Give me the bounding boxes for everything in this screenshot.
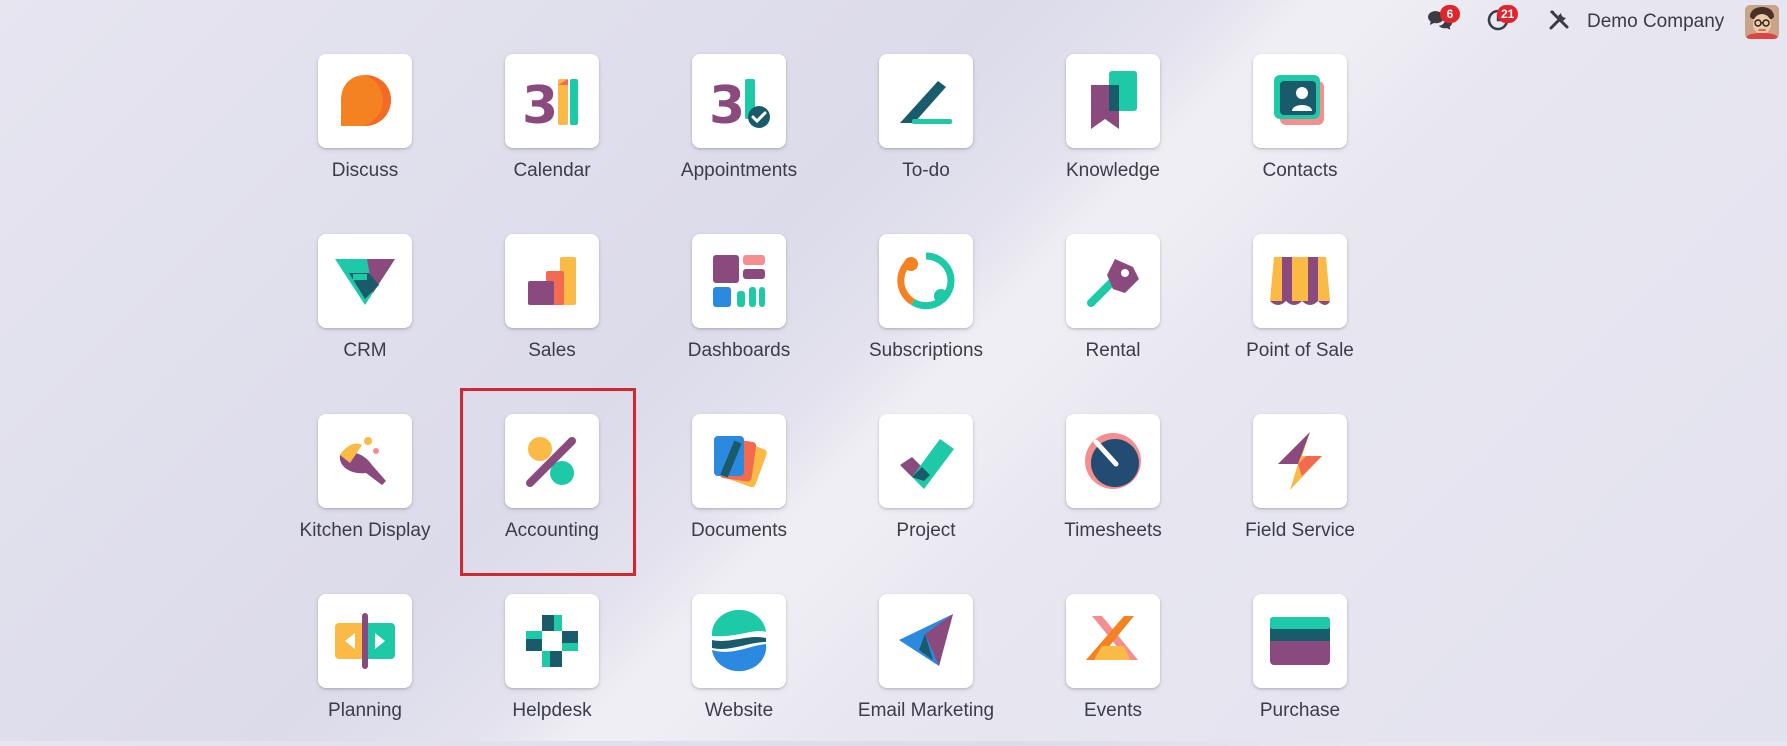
app-subscriptions[interactable]: Subscriptions <box>832 226 1020 386</box>
app-label: Point of Sale <box>1246 340 1354 361</box>
contacts-icon <box>1253 54 1347 148</box>
point-of-sale-icon <box>1253 234 1347 328</box>
app-label: Subscriptions <box>868 340 984 361</box>
rental-icon <box>1066 234 1160 328</box>
planning-icon <box>318 594 412 688</box>
app-planning[interactable]: Planning <box>271 586 459 746</box>
app-label: Sales <box>528 340 576 361</box>
app-rental[interactable]: Rental <box>1019 226 1207 386</box>
app-label: Dashboards <box>687 340 791 361</box>
svg-text:3: 3 <box>522 76 558 131</box>
app-label: Purchase <box>1259 700 1341 721</box>
app-appointments[interactable]: 3 Appointments <box>645 46 833 206</box>
todo-icon <box>879 54 973 148</box>
app-documents[interactable]: Documents <box>645 406 833 566</box>
app-label: Planning <box>328 700 402 721</box>
app-todo[interactable]: To-do <box>832 46 1020 206</box>
app-field-service[interactable]: Field Service <box>1206 406 1394 566</box>
app-sales[interactable]: Sales <box>458 226 646 386</box>
app-label: Accounting <box>504 520 599 541</box>
apps-grid: Discuss 3 Calendar 3 Appointments To-do … <box>0 0 1787 741</box>
app-calendar[interactable]: 3 Calendar <box>458 46 646 206</box>
app-discuss[interactable]: Discuss <box>271 46 459 206</box>
app-label: Knowledge <box>1065 160 1161 181</box>
app-email-marketing[interactable]: Email Marketing <box>832 586 1020 746</box>
timesheets-icon <box>1066 414 1160 508</box>
app-label: Project <box>896 520 956 541</box>
app-label: Field Service <box>1245 520 1355 541</box>
app-helpdesk[interactable]: Helpdesk <box>458 586 646 746</box>
app-label: Kitchen Display <box>299 520 431 541</box>
app-accounting[interactable]: Accounting <box>458 406 646 566</box>
dashboards-icon <box>692 234 786 328</box>
app-point-of-sale[interactable]: Point of Sale <box>1206 226 1394 386</box>
email-marketing-icon <box>879 594 973 688</box>
calendar-icon: 3 <box>505 54 599 148</box>
app-knowledge[interactable]: Knowledge <box>1019 46 1207 206</box>
app-label: CRM <box>343 340 387 361</box>
app-label: Helpdesk <box>512 700 592 721</box>
discuss-icon <box>318 54 412 148</box>
knowledge-icon <box>1066 54 1160 148</box>
field-service-icon <box>1253 414 1347 508</box>
app-label: Email Marketing <box>857 700 995 721</box>
app-contacts[interactable]: Contacts <box>1206 46 1394 206</box>
app-label: To-do <box>902 160 950 181</box>
kitchen-display-icon <box>318 414 412 508</box>
app-label: Timesheets <box>1064 520 1162 541</box>
purchase-icon <box>1253 594 1347 688</box>
documents-icon <box>692 414 786 508</box>
app-dashboards[interactable]: Dashboards <box>645 226 833 386</box>
crm-icon <box>318 234 412 328</box>
app-label: Calendar <box>513 160 591 181</box>
app-website[interactable]: Website <box>645 586 833 746</box>
helpdesk-icon <box>505 594 599 688</box>
app-project[interactable]: Project <box>832 406 1020 566</box>
website-icon <box>692 594 786 688</box>
app-label: Documents <box>690 520 788 541</box>
app-timesheets[interactable]: Timesheets <box>1019 406 1207 566</box>
app-purchase[interactable]: Purchase <box>1206 586 1394 746</box>
app-crm[interactable]: CRM <box>271 226 459 386</box>
app-label: Appointments <box>680 160 798 181</box>
app-label: Discuss <box>331 160 399 181</box>
subscriptions-icon <box>879 234 973 328</box>
events-icon <box>1066 594 1160 688</box>
app-kitchen-display[interactable]: Kitchen Display <box>271 406 459 566</box>
sales-icon <box>505 234 599 328</box>
accounting-icon <box>505 414 599 508</box>
app-label: Contacts <box>1262 160 1338 181</box>
app-label: Website <box>704 700 774 721</box>
project-icon <box>879 414 973 508</box>
app-label: Events <box>1083 700 1143 721</box>
app-events[interactable]: Events <box>1019 586 1207 746</box>
app-label: Rental <box>1085 340 1141 361</box>
appointments-icon: 3 <box>692 54 786 148</box>
svg-text:3: 3 <box>709 76 745 131</box>
